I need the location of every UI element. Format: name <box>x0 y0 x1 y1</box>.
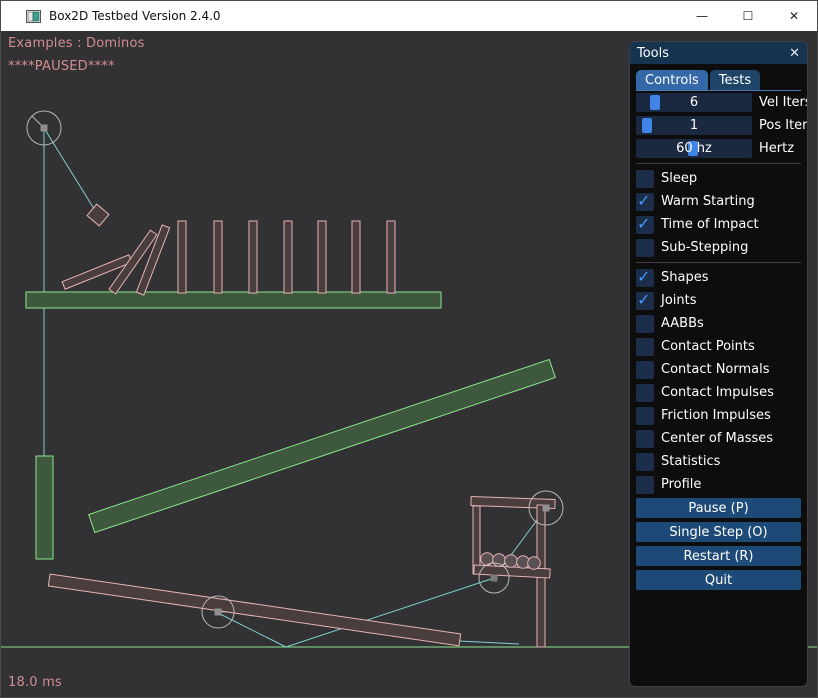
tab-bar: Controls Tests <box>636 70 801 91</box>
checkbox-sleep[interactable]: Sleep <box>636 169 801 188</box>
tools-panel-title: Tools <box>637 46 669 61</box>
checkbox-box[interactable] <box>636 292 654 310</box>
window-controls: — ☐ ✕ <box>679 1 817 31</box>
checkbox-warm-starting[interactable]: Warm Starting <box>636 192 801 211</box>
checkbox-box[interactable] <box>636 476 654 494</box>
pos-iters-label: Pos Iters <box>759 118 808 133</box>
checkbox-box[interactable] <box>636 453 654 471</box>
window-title: Box2D Testbed Version 2.4.0 <box>49 9 221 23</box>
checkbox-box[interactable] <box>636 216 654 234</box>
checkbox-contact-normals[interactable]: Contact Normals <box>636 360 801 379</box>
separator <box>636 163 801 164</box>
checkbox-box[interactable] <box>636 361 654 379</box>
tools-panel-body: Controls Tests 6 Vel Iters 1 <box>630 70 807 590</box>
standing-dominos <box>178 221 395 293</box>
checkbox-box[interactable] <box>636 407 654 425</box>
checkbox-center-of-masses[interactable]: Center of Masses <box>636 429 801 448</box>
pos-iters-row: 1 Pos Iters <box>636 116 801 135</box>
checkbox-contact-impulses[interactable]: Contact Impulses <box>636 383 801 402</box>
checkbox-box[interactable] <box>636 239 654 257</box>
checkbox-sub-stepping[interactable]: Sub-Stepping <box>636 238 801 257</box>
simulation-canvas[interactable]: Examples : Dominos ****PAUSED**** 18.0 m… <box>1 31 818 698</box>
panel-close-icon[interactable]: ✕ <box>789 47 800 60</box>
checkbox-box[interactable] <box>636 338 654 356</box>
domino-platform <box>26 292 441 308</box>
tools-panel-header[interactable]: Tools ✕ <box>630 42 807 64</box>
checkbox-friction-impulses[interactable]: Friction Impulses <box>636 406 801 425</box>
vertical-board <box>36 456 53 559</box>
hertz-slider[interactable]: 60 hz <box>636 139 752 158</box>
hertz-value: 60 hz <box>636 139 752 158</box>
checkbox-contact-points[interactable]: Contact Points <box>636 337 801 356</box>
solver-options: Sleep Warm Starting Time of Impact Sub-S… <box>636 169 801 257</box>
checkbox-time-of-impact[interactable]: Time of Impact <box>636 215 801 234</box>
checkbox-box[interactable] <box>636 430 654 448</box>
example-label: Examples : Dominos <box>8 36 145 51</box>
title-bar: Box2D Testbed Version 2.4.0 — ☐ ✕ <box>1 1 817 31</box>
checkbox-box[interactable] <box>636 193 654 211</box>
checkbox-box[interactable] <box>636 170 654 188</box>
tools-panel: Tools ✕ Controls Tests 6 Vel Iters <box>629 41 808 687</box>
pos-iters-value: 1 <box>636 116 752 135</box>
tab-tests[interactable]: Tests <box>710 70 760 90</box>
checkbox-box[interactable] <box>636 384 654 402</box>
checkbox-shapes[interactable]: Shapes <box>636 268 801 287</box>
ramp-plank <box>89 359 556 532</box>
app-window: Box2D Testbed Version 2.4.0 — ☐ ✕ <box>0 0 818 698</box>
checkbox-box[interactable] <box>636 269 654 287</box>
hertz-label: Hertz <box>759 141 794 156</box>
separator <box>636 262 801 263</box>
app-icon <box>26 9 41 24</box>
iteration-sliders: 6 Vel Iters 1 Pos Iters <box>636 93 801 158</box>
maximize-button[interactable]: ☐ <box>725 1 771 31</box>
checkbox-joints[interactable]: Joints <box>636 291 801 310</box>
checkbox-statistics[interactable]: Statistics <box>636 452 801 471</box>
minimize-button[interactable]: — <box>679 1 725 31</box>
close-button[interactable]: ✕ <box>771 1 817 31</box>
quit-button[interactable]: Quit <box>636 570 801 590</box>
draw-options: Shapes Joints AABBs Contact Points <box>636 268 801 494</box>
vel-iters-label: Vel Iters <box>759 95 808 110</box>
vel-iters-row: 6 Vel Iters <box>636 93 801 112</box>
tab-controls[interactable]: Controls <box>636 70 708 90</box>
single-step-button[interactable]: Single Step (O) <box>636 522 801 542</box>
checkbox-aabbs[interactable]: AABBs <box>636 314 801 333</box>
action-buttons: Pause (P) Single Step (O) Restart (R) Qu… <box>636 498 801 590</box>
checkbox-profile[interactable]: Profile <box>636 475 801 494</box>
checkbox-box[interactable] <box>636 315 654 333</box>
restart-button[interactable]: Restart (R) <box>636 546 801 566</box>
swinging-domino <box>87 204 109 226</box>
pause-button[interactable]: Pause (P) <box>636 498 801 518</box>
pulley-frame <box>471 497 555 647</box>
frame-time-label: 18.0 ms <box>8 675 62 690</box>
pos-iters-slider[interactable]: 1 <box>636 116 752 135</box>
fallen-dominos <box>62 225 170 295</box>
vel-iters-slider[interactable]: 6 <box>636 93 752 112</box>
hertz-row: 60 hz Hertz <box>636 139 801 158</box>
paused-label: ****PAUSED**** <box>8 59 115 74</box>
vel-iters-value: 6 <box>636 93 752 112</box>
